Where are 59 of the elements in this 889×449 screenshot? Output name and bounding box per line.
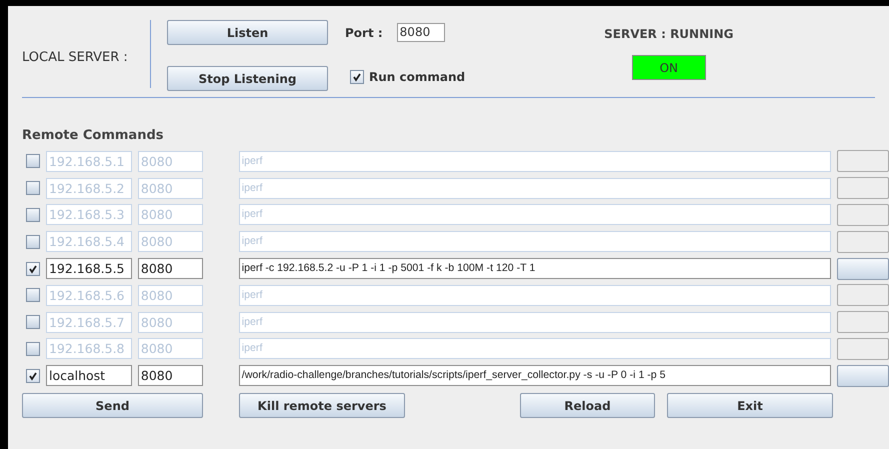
host-field[interactable]: localhost	[46, 365, 132, 386]
checkbox-label: Run command	[369, 69, 466, 86]
row-button[interactable]	[837, 204, 889, 226]
command-field[interactable]: iperf	[238, 178, 832, 199]
checkbox[interactable]	[26, 181, 40, 196]
checkbox[interactable]	[26, 208, 40, 222]
host-field[interactable]: 192.168.5.6	[46, 284, 132, 306]
command-field[interactable]: iperf	[238, 231, 832, 252]
server-button[interactable]: Listen	[167, 20, 328, 45]
checkbox[interactable]	[26, 154, 40, 168]
port-field[interactable]: 8080	[138, 178, 203, 199]
checkbox[interactable]	[26, 234, 40, 249]
server-button[interactable]: Stop Listening	[167, 66, 328, 91]
status-indicator: ON	[632, 55, 706, 80]
port-field[interactable]: 8080	[138, 150, 203, 172]
row-button[interactable]	[837, 230, 889, 253]
port-field[interactable]: 8080	[138, 231, 203, 252]
row-button[interactable]	[837, 364, 889, 387]
command-field[interactable]: /work/radio-challenge/branches/tutorials/scripts/iperf_server_collector.py -s -u -P 0 -i 1 -p 5	[238, 365, 832, 386]
command-field[interactable]: iperf	[238, 204, 832, 226]
host-field[interactable]: 192.168.5.7	[46, 312, 132, 333]
port-field[interactable]: 8080	[138, 312, 203, 333]
host-field[interactable]: 192.168.5.4	[46, 231, 132, 252]
action-button[interactable]: Kill remote servers	[239, 393, 405, 418]
checkbox[interactable]	[26, 342, 40, 356]
server-status: SERVER : RUNNING	[604, 26, 734, 43]
command-field[interactable]: iperf	[238, 338, 832, 360]
action-button[interactable]: Exit	[667, 393, 833, 418]
section-title: Remote Commands	[22, 128, 164, 144]
port-label: Port :	[345, 24, 383, 42]
port-field[interactable]: 8080	[138, 365, 203, 386]
host-field[interactable]: 192.168.5.2	[46, 178, 132, 199]
checkbox[interactable]	[26, 368, 40, 383]
row-button[interactable]	[837, 338, 889, 360]
row-button[interactable]	[837, 177, 889, 200]
row-button[interactable]	[837, 258, 889, 280]
host-field[interactable]: 192.168.5.8	[46, 338, 132, 360]
action-button[interactable]: Reload	[520, 393, 655, 418]
row-button[interactable]	[837, 311, 889, 334]
row-button[interactable]	[837, 284, 889, 306]
command-field[interactable]: iperf	[238, 312, 832, 333]
action-button[interactable]: Send	[22, 393, 203, 418]
command-field[interactable]: iperf	[238, 150, 832, 172]
port-field[interactable]: 8080	[138, 204, 203, 226]
command-field[interactable]: iperf	[238, 284, 832, 306]
checkbox[interactable]	[350, 70, 364, 84]
server-label: LOCAL SERVER :	[22, 50, 128, 65]
port-field[interactable]: 8080	[138, 258, 203, 280]
host-field[interactable]: 192.168.5.1	[46, 150, 132, 172]
port-field[interactable]: 8080	[138, 284, 203, 306]
host-field[interactable]: 192.168.5.5	[46, 258, 132, 280]
row-button[interactable]	[837, 150, 889, 172]
port-field[interactable]: 8080	[396, 23, 445, 42]
checkbox[interactable]	[26, 262, 40, 276]
host-field[interactable]: 192.168.5.3	[46, 204, 132, 226]
checkbox[interactable]	[26, 315, 40, 330]
port-field[interactable]: 8080	[138, 338, 203, 360]
command-field[interactable]: iperf -c 192.168.5.2 -u -P 1 -i 1 -p 5001 -f k -b 100M -t 120 -T 1	[238, 258, 832, 280]
checkbox[interactable]	[26, 288, 40, 302]
